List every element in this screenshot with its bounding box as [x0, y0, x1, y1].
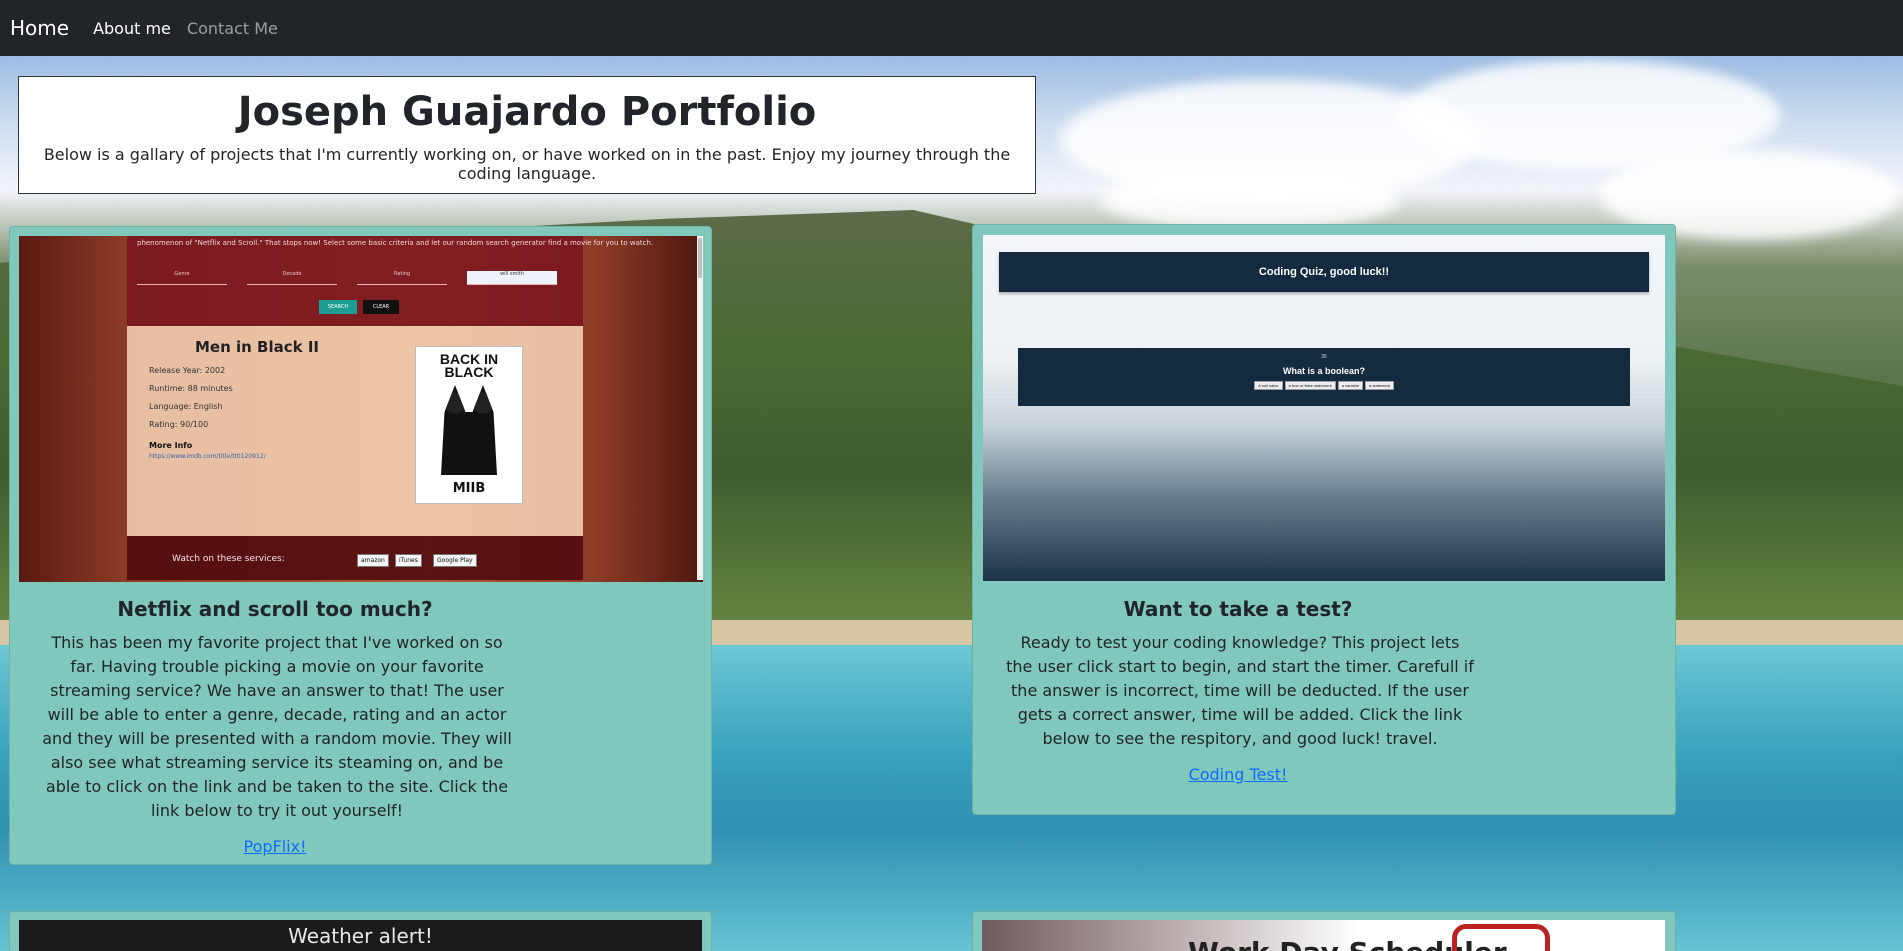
popflix-screenshot: phenomenon of "Netflix and Scroll." That…: [19, 236, 703, 582]
quiz-question: What is a boolean?: [1282, 366, 1365, 376]
card-text: This has been my favorite project that I…: [42, 633, 512, 820]
quiz-answer: a true or false statement: [1284, 381, 1336, 390]
nav-contact-link[interactable]: Contact Me: [187, 19, 278, 38]
nav-about-link[interactable]: About me: [93, 19, 171, 38]
card-title: Want to take a test?: [1123, 597, 1353, 621]
itunes-badge: iTunes: [395, 554, 422, 567]
project-card-popflix: phenomenon of "Netflix and Scroll." That…: [9, 226, 712, 865]
popflix-watch-label: Watch on these services:: [172, 554, 285, 564]
quiz-question-box: 35 What is a boolean? A null value a tru…: [1018, 348, 1630, 406]
quiz-header: Coding Quiz, good luck!!: [999, 252, 1649, 292]
popflix-more-info: More Info: [149, 441, 193, 450]
quiz-timer: 35: [1321, 354, 1327, 360]
popflix-link[interactable]: PopFlix!: [10, 837, 540, 856]
movie-poster-image: BACK IN BLACK MIIB: [415, 346, 523, 504]
coding-test-link[interactable]: Coding Test!: [973, 765, 1503, 784]
google-play-badge: Google Play: [433, 554, 477, 567]
quiz-answer: a statement: [1365, 381, 1394, 390]
popflix-genre-field: Genre: [137, 271, 227, 285]
popflix-rating-field: Rating: [357, 271, 447, 285]
popflix-search-button: SEARCH: [319, 300, 357, 314]
nav-home-link[interactable]: Home: [10, 16, 69, 40]
amazon-badge: amazon: [357, 554, 389, 567]
popflix-detail: Release Year: 2002: [149, 366, 226, 375]
quiz-answer: a variable: [1337, 381, 1364, 390]
coding-quiz-screenshot: Coding Quiz, good luck!! 35 What is a bo…: [983, 235, 1665, 581]
popflix-decade-field: Decade: [247, 271, 337, 285]
scheduler-screenshot: Work Day Scheduler: [982, 920, 1665, 951]
popflix-detail: Runtime: 88 minutes: [149, 384, 233, 393]
top-navbar: Home About me Contact Me: [0, 0, 1903, 56]
weather-alert-banner: Weather alert!: [19, 920, 702, 951]
popflix-intro-text: phenomenon of "Netflix and Scroll." That…: [137, 239, 654, 247]
page-subtitle: Below is a gallary of projects that I'm …: [43, 145, 1011, 183]
popflix-url: https://www.imdb.com/title/tt0120912/: [149, 453, 266, 460]
popflix-clear-button: CLEAR: [363, 300, 399, 314]
popflix-detail: Rating: 90/100: [149, 420, 209, 429]
card-text: Ready to test your coding knowledge? Thi…: [1006, 633, 1474, 748]
project-card-weather: Weather alert!: [9, 911, 712, 951]
quiz-answer: A null value: [1254, 381, 1283, 390]
clipboard-icon: [1452, 924, 1550, 951]
project-card-coding-quiz: Coding Quiz, good luck!! 35 What is a bo…: [972, 224, 1676, 815]
popflix-detail: Language: English: [149, 402, 223, 411]
project-card-scheduler: Work Day Scheduler: [972, 911, 1676, 951]
card-title: Netflix and scroll too much?: [117, 597, 433, 621]
popflix-actor-field: will smith: [467, 271, 557, 285]
page-title: Joseph Guajardo Portfolio: [237, 89, 817, 135]
portfolio-header: Joseph Guajardo Portfolio Below is a gal…: [18, 76, 1036, 194]
screenshot-scrollbar: [697, 236, 703, 580]
popflix-movie-title: Men in Black II: [195, 338, 319, 356]
